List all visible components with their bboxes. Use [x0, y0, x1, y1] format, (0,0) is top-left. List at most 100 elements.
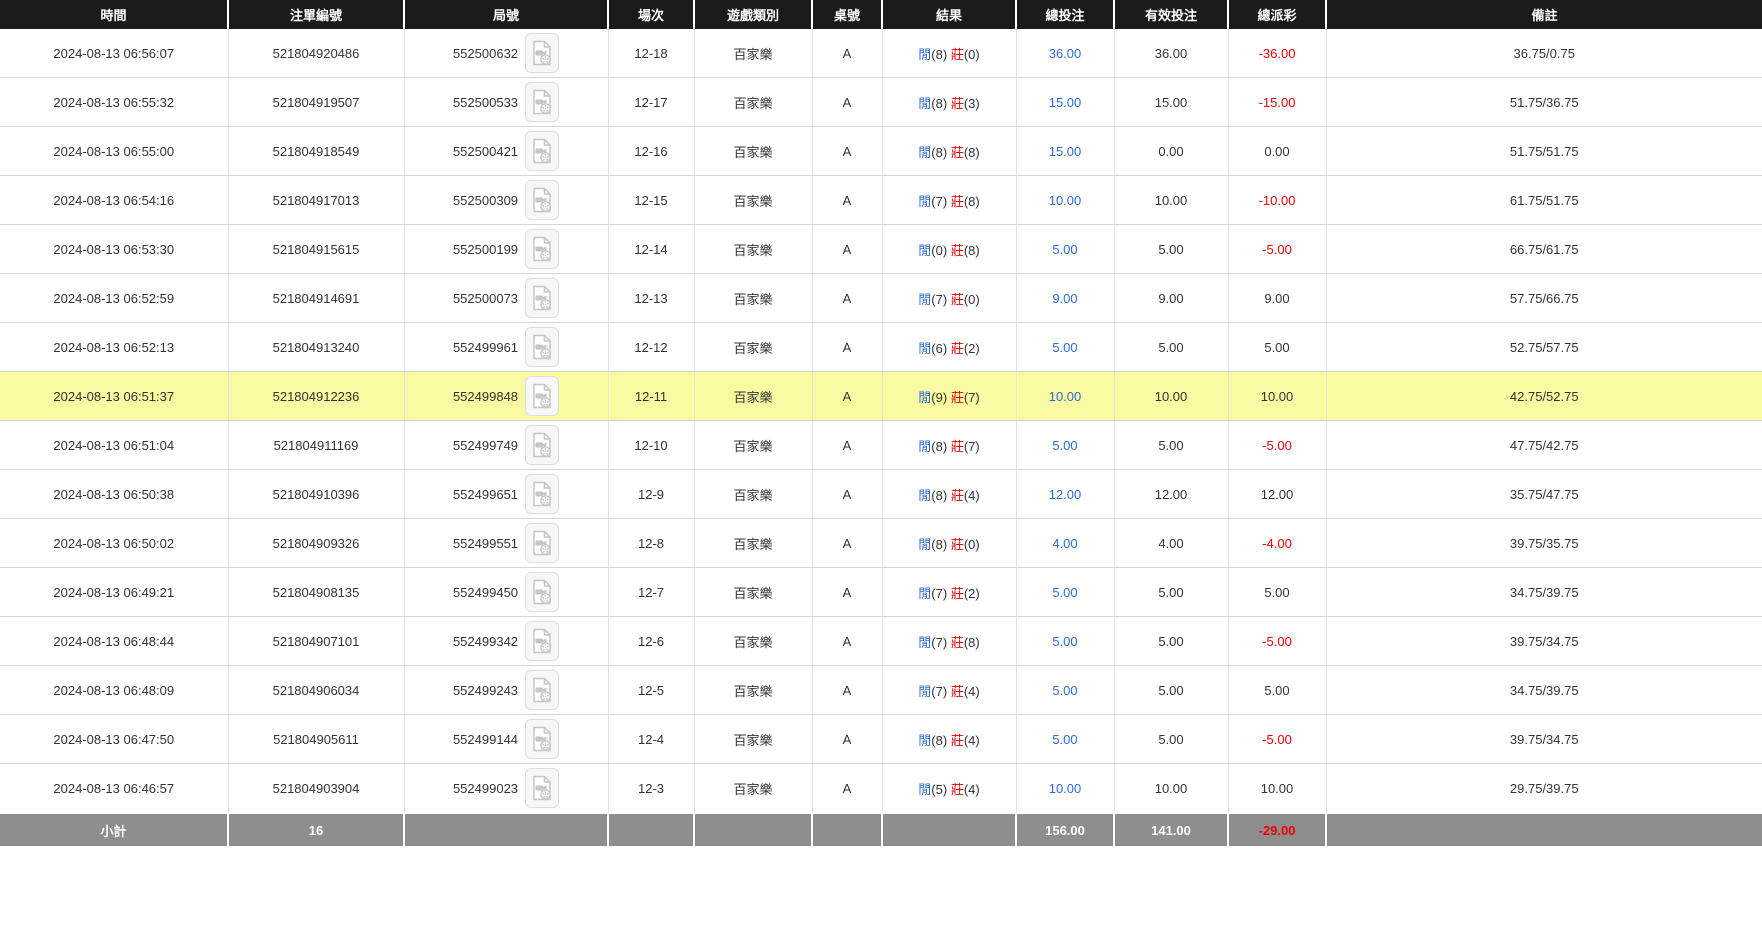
cell-payout: -15.00: [1228, 78, 1326, 127]
result-player-score: (6): [931, 341, 947, 356]
video-replay-button[interactable]: [525, 82, 559, 122]
video-replay-button[interactable]: [525, 376, 559, 416]
cell-bet-no: 521804915615: [228, 225, 404, 274]
video-replay-button[interactable]: [525, 572, 559, 612]
video-replay-button[interactable]: [525, 180, 559, 220]
video-replay-button[interactable]: [525, 131, 559, 171]
cell-table-no: A: [812, 127, 882, 176]
cell-session: 12-4: [608, 715, 694, 764]
cell-round-no: 552500632: [404, 29, 608, 78]
result-player-score: (8): [931, 145, 947, 160]
cell-session: 12-8: [608, 519, 694, 568]
cell-result: 閒(7) 莊(8): [882, 617, 1016, 666]
cell-round-no: 552499342: [404, 617, 608, 666]
video-replay-button[interactable]: [525, 425, 559, 465]
table-row[interactable]: 2024-08-13 06:52:13521804913240552499961…: [0, 323, 1762, 372]
table-row[interactable]: 2024-08-13 06:47:50521804905611552499144…: [0, 715, 1762, 764]
result-banker-score: (2): [964, 341, 980, 356]
table-row[interactable]: 2024-08-13 06:48:09521804906034 552499243…: [0, 666, 1762, 715]
result-player-label: 閒: [918, 243, 931, 258]
table-row[interactable]: 2024-08-13 06:52:59521804914691552500073…: [0, 274, 1762, 323]
video-replay-button[interactable]: [525, 278, 559, 318]
cell-total-bet: 5.00: [1016, 715, 1114, 764]
cell-session: 12-13: [608, 274, 694, 323]
round-no-wrap: 552499243: [453, 670, 559, 710]
round-no-text: 552500073: [453, 291, 518, 306]
table-row[interactable]: 2024-08-13 06:56:07521804920486552500632…: [0, 29, 1762, 78]
cell-bet-no: 521804906034: [228, 666, 404, 715]
video-file-icon: [531, 579, 553, 605]
cell-game: 百家樂: [694, 78, 812, 127]
cell-table-no: A: [812, 225, 882, 274]
round-no-wrap: 552499450: [453, 572, 559, 612]
video-file-icon: [531, 677, 553, 703]
table-row[interactable]: 2024-08-13 06:49:21521804908135552499450…: [0, 568, 1762, 617]
result-banker-score: (3): [964, 96, 980, 111]
video-replay-button[interactable]: [525, 474, 559, 514]
result-banker-score: (7): [964, 439, 980, 454]
table-row[interactable]: 2024-08-13 06:51:37521804912236552499848…: [0, 372, 1762, 421]
cell-remark: 61.75/51.75: [1326, 176, 1762, 225]
result-banker-score: (4): [964, 733, 980, 748]
video-replay-button[interactable]: [525, 229, 559, 269]
table-row[interactable]: 2024-08-13 06:51:04521804911169552499749…: [0, 421, 1762, 470]
video-replay-button[interactable]: [525, 670, 559, 710]
cell-game: 百家樂: [694, 29, 812, 78]
video-file-icon: [531, 383, 553, 409]
round-no-wrap: 552499342: [453, 621, 559, 661]
video-replay-button[interactable]: [525, 768, 559, 808]
cell-valid-bet: 10.00: [1114, 372, 1228, 421]
cell-result: 閒(6) 莊(2): [882, 323, 1016, 372]
round-no-wrap: 552499023: [453, 768, 559, 808]
round-no-wrap: 552499848: [453, 376, 559, 416]
cell-payout: -4.00: [1228, 519, 1326, 568]
cell-time: 2024-08-13 06:48:09: [0, 666, 228, 715]
video-file-icon: [531, 89, 553, 115]
cell-bet-no: 521804908135: [228, 568, 404, 617]
video-replay-button[interactable]: [525, 327, 559, 367]
table-row[interactable]: 2024-08-13 06:46:57521804903904552499023…: [0, 764, 1762, 814]
table-header: 時間注單編號局號場次遊戲類別桌號結果總投注有效投注總派彩備註: [0, 0, 1762, 29]
round-no-wrap: 552499144: [453, 719, 559, 759]
video-replay-button[interactable]: [525, 621, 559, 661]
round-no-wrap: 552500199: [453, 229, 559, 269]
subtotal-empty-game: [694, 813, 812, 846]
column-header-remark: 備註: [1326, 0, 1762, 29]
video-replay-button[interactable]: [525, 719, 559, 759]
cell-session: 12-7: [608, 568, 694, 617]
cell-remark: 66.75/61.75: [1326, 225, 1762, 274]
table-row[interactable]: 2024-08-13 06:50:02521804909326552499551…: [0, 519, 1762, 568]
result-player-label: 閒: [918, 390, 931, 405]
cell-table-no: A: [812, 78, 882, 127]
result-player-score: (8): [931, 47, 947, 62]
cell-total-bet: 4.00: [1016, 519, 1114, 568]
cell-total-bet: 5.00: [1016, 666, 1114, 715]
cell-valid-bet: 36.00: [1114, 29, 1228, 78]
cell-game: 百家樂: [694, 764, 812, 814]
cell-total-bet: 12.00: [1016, 470, 1114, 519]
table-row[interactable]: 2024-08-13 06:55:00521804918549552500421…: [0, 127, 1762, 176]
cell-round-no: 552499243: [404, 666, 608, 715]
cell-bet-no: 521804920486: [228, 29, 404, 78]
result-player-score: (7): [931, 684, 947, 699]
table-row[interactable]: 2024-08-13 06:54:16521804917013552500309…: [0, 176, 1762, 225]
subtotal-empty-round: [404, 813, 608, 846]
cell-time: 2024-08-13 06:51:37: [0, 372, 228, 421]
video-file-icon: [531, 432, 553, 458]
cell-session: 12-15: [608, 176, 694, 225]
cell-time: 2024-08-13 06:55:32: [0, 78, 228, 127]
cell-total-bet: 5.00: [1016, 323, 1114, 372]
cell-game: 百家樂: [694, 617, 812, 666]
cell-table-no: A: [812, 568, 882, 617]
cell-round-no: 552499450: [404, 568, 608, 617]
cell-result: 閒(5) 莊(4): [882, 764, 1016, 814]
table-row[interactable]: 2024-08-13 06:50:38521804910396552499651…: [0, 470, 1762, 519]
table-row[interactable]: 2024-08-13 06:55:32521804919507552500533…: [0, 78, 1762, 127]
video-replay-button[interactable]: [525, 523, 559, 563]
table-row[interactable]: 2024-08-13 06:48:44521804907101552499342…: [0, 617, 1762, 666]
video-replay-button[interactable]: [525, 33, 559, 73]
table-row[interactable]: 2024-08-13 06:53:30521804915615552500199…: [0, 225, 1762, 274]
cell-table-no: A: [812, 176, 882, 225]
cell-valid-bet: 4.00: [1114, 519, 1228, 568]
result-player-score: (8): [931, 537, 947, 552]
